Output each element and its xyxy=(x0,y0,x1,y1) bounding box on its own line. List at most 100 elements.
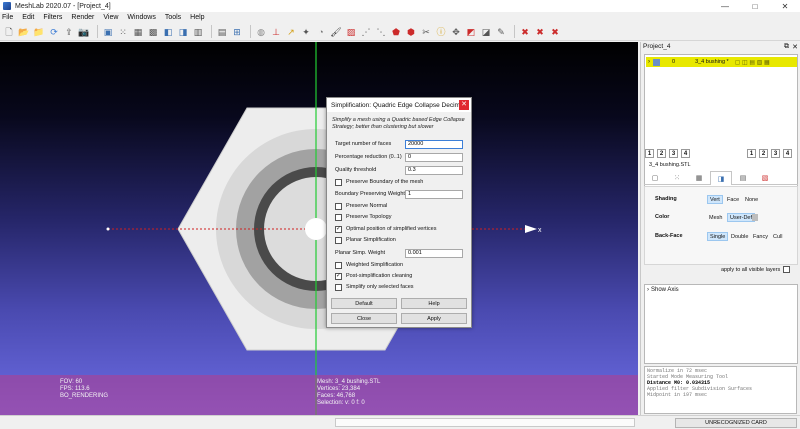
layer-button-1[interactable]: 1 xyxy=(645,149,654,158)
target-faces-input[interactable] xyxy=(405,139,463,149)
flat-icon[interactable]: ◧ xyxy=(162,26,174,38)
quality-input[interactable] xyxy=(405,165,463,175)
menu-file[interactable]: File xyxy=(2,14,13,21)
preserve-normal-checkbox[interactable] xyxy=(335,202,342,210)
weighted-row[interactable]: Weighted Simplification xyxy=(335,260,465,270)
percentage-input[interactable] xyxy=(405,152,463,162)
selected-only-row[interactable]: Simplify only selected faces xyxy=(335,282,465,292)
delete-faces-icon[interactable]: ✖ xyxy=(534,26,546,38)
post-cleaning-row[interactable]: ✓ Post-simplification cleaning xyxy=(335,271,465,281)
backface-single-option[interactable]: Single xyxy=(707,232,729,241)
minimize-button[interactable]: — xyxy=(710,0,740,12)
tab-box-icon[interactable]: ▢ xyxy=(644,171,666,185)
preserve-topology-checkbox[interactable] xyxy=(335,213,342,221)
layer-button-3[interactable]: 3 xyxy=(669,149,678,158)
reload-icon[interactable]: ⟳ xyxy=(48,26,60,38)
quality-mapper-icon[interactable]: ◩ xyxy=(465,26,477,38)
edit-reference-icon[interactable]: ✂ xyxy=(420,26,432,38)
close-button[interactable]: Close xyxy=(331,313,397,324)
delete-vertices-icon[interactable]: ✖ xyxy=(519,26,531,38)
rasterize-icon[interactable]: ◔ xyxy=(315,26,327,38)
info-icon[interactable]: ⓘ xyxy=(435,26,447,38)
layer-button-r3[interactable]: 3 xyxy=(771,149,780,158)
layer-button-r2[interactable]: 2 xyxy=(759,149,768,158)
backface-double-option[interactable]: Double xyxy=(729,232,750,241)
select-z-painting-icon[interactable]: ⬢ xyxy=(405,26,417,38)
post-cleaning-checkbox[interactable]: ✓ xyxy=(335,272,342,280)
planar-simplification-row[interactable]: Planar Simplification xyxy=(335,235,465,245)
texture-icon[interactable]: ▥ xyxy=(192,26,204,38)
close-panel-icon[interactable]: ✕ xyxy=(792,43,798,51)
planar-weight-input[interactable] xyxy=(405,248,463,258)
menu-edit[interactable]: Edit xyxy=(22,14,34,21)
tab-texture-icon[interactable]: ▤ xyxy=(732,171,754,185)
weighted-checkbox[interactable] xyxy=(335,261,342,269)
align-icon[interactable]: ⊥ xyxy=(270,26,282,38)
layer-button-4[interactable]: 4 xyxy=(681,149,690,158)
preserve-boundary-row[interactable]: Preserve Boundary of the mesh xyxy=(335,177,465,187)
pick-points-icon[interactable]: ✦ xyxy=(300,26,312,38)
bounding-box-icon[interactable]: ▣ xyxy=(102,26,114,38)
apply-button[interactable]: Apply xyxy=(401,313,467,324)
float-panel-icon[interactable]: ⧉ xyxy=(784,43,789,51)
menu-tools[interactable]: Tools xyxy=(165,14,181,21)
smooth-icon[interactable]: ◨ xyxy=(177,26,189,38)
default-button[interactable]: Default xyxy=(331,298,397,309)
optimal-position-checkbox[interactable]: ✓ xyxy=(335,225,342,233)
backface-fancy-option[interactable]: Fancy xyxy=(751,232,770,241)
manipulator-icon[interactable]: ✥ xyxy=(450,26,462,38)
menu-help[interactable]: Help xyxy=(190,14,204,21)
cut-icon[interactable]: ✎ xyxy=(495,26,507,38)
snapshot-icon[interactable]: 📷 xyxy=(78,26,90,38)
measure-icon[interactable]: ↗ xyxy=(285,26,297,38)
color-userdef-option[interactable]: User-Def xyxy=(727,213,756,222)
shading-none-option[interactable]: None xyxy=(743,195,760,204)
visibility-eye-icon[interactable] xyxy=(653,58,660,66)
menu-render[interactable]: Render xyxy=(71,14,94,21)
expand-icon[interactable]: › xyxy=(647,287,649,293)
preserve-boundary-checkbox[interactable] xyxy=(335,178,342,186)
shading-face-option[interactable]: Face xyxy=(725,195,741,204)
selection-grid-icon[interactable]: ⊞ xyxy=(231,26,243,38)
layers-icon[interactable]: ▤ xyxy=(216,26,228,38)
dialog-title-bar[interactable]: Simplification: Quadric Edge Collapse De… xyxy=(327,98,471,112)
export-mesh-icon[interactable]: ⇪ xyxy=(63,26,75,38)
layer-button-2[interactable]: 2 xyxy=(657,149,666,158)
select-vertices-icon[interactable]: ⋰ xyxy=(360,26,372,38)
log-window[interactable]: Normalize in 72 msec Started Mode Measur… xyxy=(644,366,797,414)
tab-fill-icon[interactable]: ◨ xyxy=(710,171,732,185)
sphere-icon[interactable]: ◍ xyxy=(255,26,267,38)
tab-points-icon[interactable]: ⁙ xyxy=(666,171,688,185)
points-icon[interactable]: ⁙ xyxy=(117,26,129,38)
tab-wire-icon[interactable]: ▦ xyxy=(688,171,710,185)
preserve-normal-row[interactable]: Preserve Normal xyxy=(335,201,465,211)
new-project-icon[interactable]: 🗋 xyxy=(3,26,15,38)
import-mesh-icon[interactable]: 📁 xyxy=(33,26,45,38)
texture-paint-icon[interactable]: ▨ xyxy=(345,26,357,38)
3d-viewport[interactable]: x FOV: 60 FPS: 113.6 BO_RENDERING Mesh: … xyxy=(0,42,638,415)
maximize-button[interactable]: □ xyxy=(740,0,770,12)
dialog-close-icon[interactable]: ✕ xyxy=(459,100,469,110)
flat-lines-icon[interactable]: ▩ xyxy=(147,26,159,38)
color-mesh-option[interactable]: Mesh xyxy=(707,213,724,222)
preserve-topology-row[interactable]: Preserve Topology xyxy=(335,212,465,222)
select-connected-icon[interactable]: ⬟ xyxy=(390,26,402,38)
menu-view[interactable]: View xyxy=(103,14,118,21)
layer-item[interactable]: › 0 3_4 bushing * ▢ ◫ ▤ ▧ ▦ xyxy=(646,57,797,67)
menu-filters[interactable]: Filters xyxy=(43,14,62,21)
color-swatch[interactable] xyxy=(752,214,758,221)
layer-button-r1[interactable]: 1 xyxy=(747,149,756,158)
open-project-icon[interactable]: 📂 xyxy=(18,26,30,38)
close-window-button[interactable]: ✕ xyxy=(770,0,800,12)
layer-tools-icon[interactable]: ▢ ◫ ▤ ▧ ▦ xyxy=(735,59,770,66)
shading-vert-option[interactable]: Vert xyxy=(707,195,723,204)
help-button[interactable]: Help xyxy=(401,298,467,309)
selected-only-checkbox[interactable] xyxy=(335,283,342,291)
planar-simplification-checkbox[interactable] xyxy=(335,236,342,244)
optimal-position-row[interactable]: ✓ Optimal position of simplified vertice… xyxy=(335,224,465,234)
select-faces-icon[interactable]: ⋱ xyxy=(375,26,387,38)
apply-all-checkbox[interactable] xyxy=(783,266,791,273)
show-axis-item[interactable]: › Show Axis xyxy=(647,287,679,293)
backface-cull-option[interactable]: Cull xyxy=(771,232,784,241)
delete-selection-icon[interactable]: ✖ xyxy=(549,26,561,38)
